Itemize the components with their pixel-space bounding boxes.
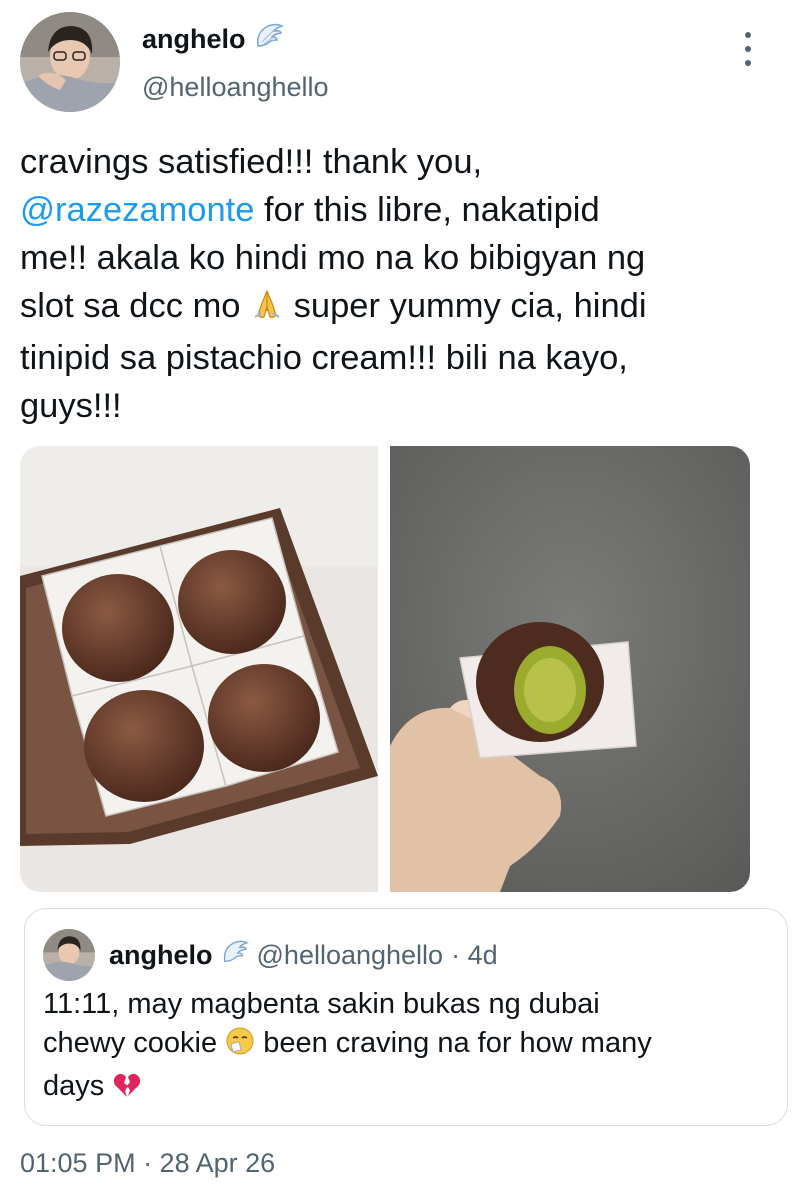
quoted-line-2a: chewy cookie bbox=[43, 1027, 226, 1059]
quoted-author-handle: @helloanghello bbox=[256, 940, 444, 970]
sneezing-face-icon bbox=[225, 1026, 255, 1067]
folded-hands-icon bbox=[250, 286, 284, 334]
chocolate-truffles-box-photo[interactable] bbox=[20, 446, 378, 892]
tweet-line-4a: slot sa dcc mo bbox=[20, 287, 251, 325]
tweet-line-2: for this libre, nakatipid bbox=[254, 191, 600, 229]
author-handle[interactable]: @helloanghello bbox=[142, 72, 329, 103]
author-name-label: anghelo bbox=[142, 24, 246, 54]
author-avatar[interactable] bbox=[20, 12, 120, 112]
quoted-line-3-text: days bbox=[43, 1070, 113, 1102]
quoted-author-avatar bbox=[43, 929, 95, 981]
tweet-line-3: me!! akala ko hindi mo na ko bibigyan ng bbox=[20, 239, 646, 277]
angel-wing-icon bbox=[221, 939, 249, 972]
tweet-line-6: guys!!! bbox=[20, 387, 122, 425]
quoted-line-3: days bbox=[43, 1067, 743, 1110]
quoted-tweet[interactable]: anghelo @helloanghello · 4d 11:11, may m… bbox=[24, 908, 788, 1126]
more-options-icon[interactable] bbox=[738, 32, 758, 66]
quoted-author-name: anghelo bbox=[109, 940, 213, 970]
tweet-timestamp[interactable]: 01:05 PM · 28 Apr 26 bbox=[20, 1148, 275, 1179]
tweet-header: anghelo @helloanghello bbox=[0, 0, 792, 120]
broken-heart-icon bbox=[112, 1071, 142, 1110]
quoted-line-1: 11:11, may magbenta sakin bukas ng dubai bbox=[43, 988, 600, 1020]
quoted-tweet-time: · 4d bbox=[451, 940, 498, 970]
tweet-line-5: tinipid sa pistachio cream!!! bili na ka… bbox=[20, 339, 628, 377]
tweet-text: cravings satisfied!!! thank you, @razeza… bbox=[20, 138, 780, 430]
quoted-line-2b: been craving na for how many bbox=[255, 1027, 652, 1059]
angel-wing-icon bbox=[254, 22, 284, 57]
pistachio-filled-cookie-photo[interactable] bbox=[390, 446, 750, 892]
quoted-line-2: chewy cookie been craving na for how man… bbox=[43, 1024, 743, 1067]
quoted-tweet-header: anghelo @helloanghello · 4d bbox=[109, 939, 498, 972]
tweet-line-1: cravings satisfied!!! thank you, bbox=[20, 143, 483, 181]
mention-link[interactable]: @razezamonte bbox=[20, 191, 254, 229]
quoted-tweet-text: 11:11, may magbenta sakin bukas ng dubai… bbox=[43, 985, 743, 1110]
author-name[interactable]: anghelo bbox=[142, 22, 284, 57]
media-grid bbox=[20, 446, 750, 892]
tweet-line-4b: super yummy cia, hindi bbox=[284, 287, 647, 325]
